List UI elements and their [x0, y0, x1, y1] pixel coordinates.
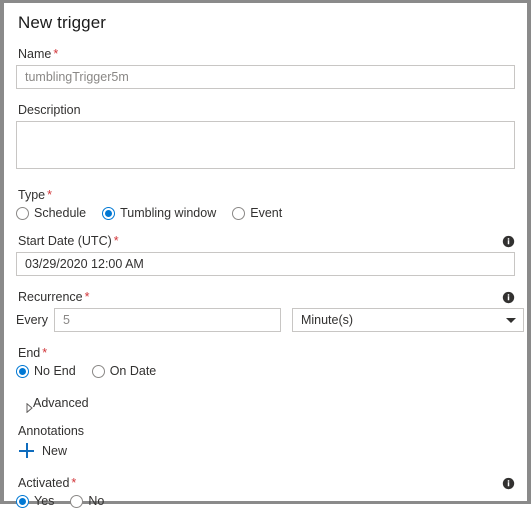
- radio-circle-no-end: [16, 364, 29, 378]
- info-icon[interactable]: [502, 291, 515, 304]
- recurrence-interval-input[interactable]: [53, 308, 281, 332]
- chevron-down-icon: [505, 317, 516, 323]
- activated-radio-no-label: No: [88, 494, 105, 508]
- activated-label-text: Activated: [18, 476, 70, 490]
- recurrence-label: Recurrence *: [18, 290, 90, 305]
- description-label: Description: [18, 103, 81, 117]
- add-annotation-label: New: [42, 443, 68, 458]
- radio-circle-yes: [16, 494, 29, 508]
- radio-circle-no: [70, 494, 84, 508]
- end-radio-no-end[interactable]: No End: [16, 364, 76, 378]
- radio-circle-schedule: [16, 206, 29, 220]
- recurrence-row: Every Minute(s): [16, 308, 524, 332]
- type-label: Type *: [18, 188, 515, 203]
- radio-circle-on-date: [91, 364, 105, 378]
- type-radio-event[interactable]: Event: [232, 206, 282, 220]
- type-radio-event-label: Event: [250, 206, 283, 220]
- info-icon[interactable]: [502, 235, 515, 248]
- type-radio-group: Schedule Tumbling window Event: [16, 206, 515, 220]
- panel-content: New trigger Name* Description Type* Sche…: [4, 3, 527, 508]
- add-annotation-button[interactable]: New: [19, 443, 515, 458]
- type-radio-tumbling-window[interactable]: Tumbling window: [102, 206, 216, 220]
- name-input[interactable]: [16, 65, 515, 89]
- advanced-toggle[interactable]: Advanced: [16, 396, 515, 413]
- advanced-label: Advanced: [33, 396, 89, 410]
- start-date-label-row: Start Date (UTC) *: [16, 234, 515, 249]
- radio-circle-tumbling-window: [102, 206, 116, 220]
- every-label: Every: [16, 313, 48, 327]
- end-label-text: End: [18, 346, 41, 360]
- recurrence-unit-select[interactable]: Minute(s): [291, 308, 524, 332]
- recurrence-required-marker: *: [84, 290, 90, 304]
- plus-icon: [19, 443, 34, 458]
- name-label-text: Name: [18, 47, 52, 61]
- start-date-required-marker: *: [113, 234, 119, 248]
- type-radio-schedule-label: Schedule: [34, 206, 87, 220]
- description-textarea[interactable]: [16, 121, 515, 169]
- end-radio-on-date-label: On Date: [109, 364, 157, 378]
- activated-radio-no[interactable]: No: [70, 494, 104, 508]
- activated-required-marker: *: [71, 476, 77, 490]
- activated-label-row: Activated *: [16, 476, 515, 491]
- recurrence-label-row: Recurrence *: [16, 290, 515, 305]
- end-radio-on-date[interactable]: On Date: [91, 364, 157, 378]
- end-required-marker: *: [42, 346, 48, 360]
- activated-label: Activated *: [18, 476, 76, 491]
- activated-radio-yes-label: Yes: [34, 494, 55, 508]
- recurrence-unit-value: Minute(s): [300, 313, 354, 327]
- radio-circle-event: [232, 206, 246, 220]
- type-label-text: Type: [18, 188, 46, 202]
- name-required-marker: *: [53, 47, 59, 61]
- end-radio-no-end-label: No End: [34, 364, 76, 378]
- annotations-label: Annotations: [18, 424, 85, 438]
- recurrence-label-text: Recurrence: [18, 290, 83, 304]
- start-date-input[interactable]: [16, 252, 515, 276]
- end-label: End *: [18, 346, 515, 361]
- start-date-label: Start Date (UTC) *: [18, 234, 119, 249]
- type-radio-tumbling-window-label: Tumbling window: [120, 206, 217, 220]
- chevron-right-icon: [19, 398, 33, 413]
- info-icon[interactable]: [502, 477, 515, 490]
- new-trigger-panel: New trigger Name* Description Type* Sche…: [0, 0, 531, 508]
- page-title: New trigger: [18, 13, 107, 32]
- name-label: Name *: [18, 47, 515, 62]
- start-date-label-text: Start Date (UTC): [18, 234, 112, 248]
- end-radio-group: No End On Date: [16, 364, 515, 378]
- activated-radio-yes[interactable]: Yes: [16, 494, 54, 508]
- type-required-marker: *: [47, 188, 52, 202]
- activated-radio-group: Yes No: [16, 494, 515, 508]
- type-radio-schedule[interactable]: Schedule: [16, 206, 86, 220]
